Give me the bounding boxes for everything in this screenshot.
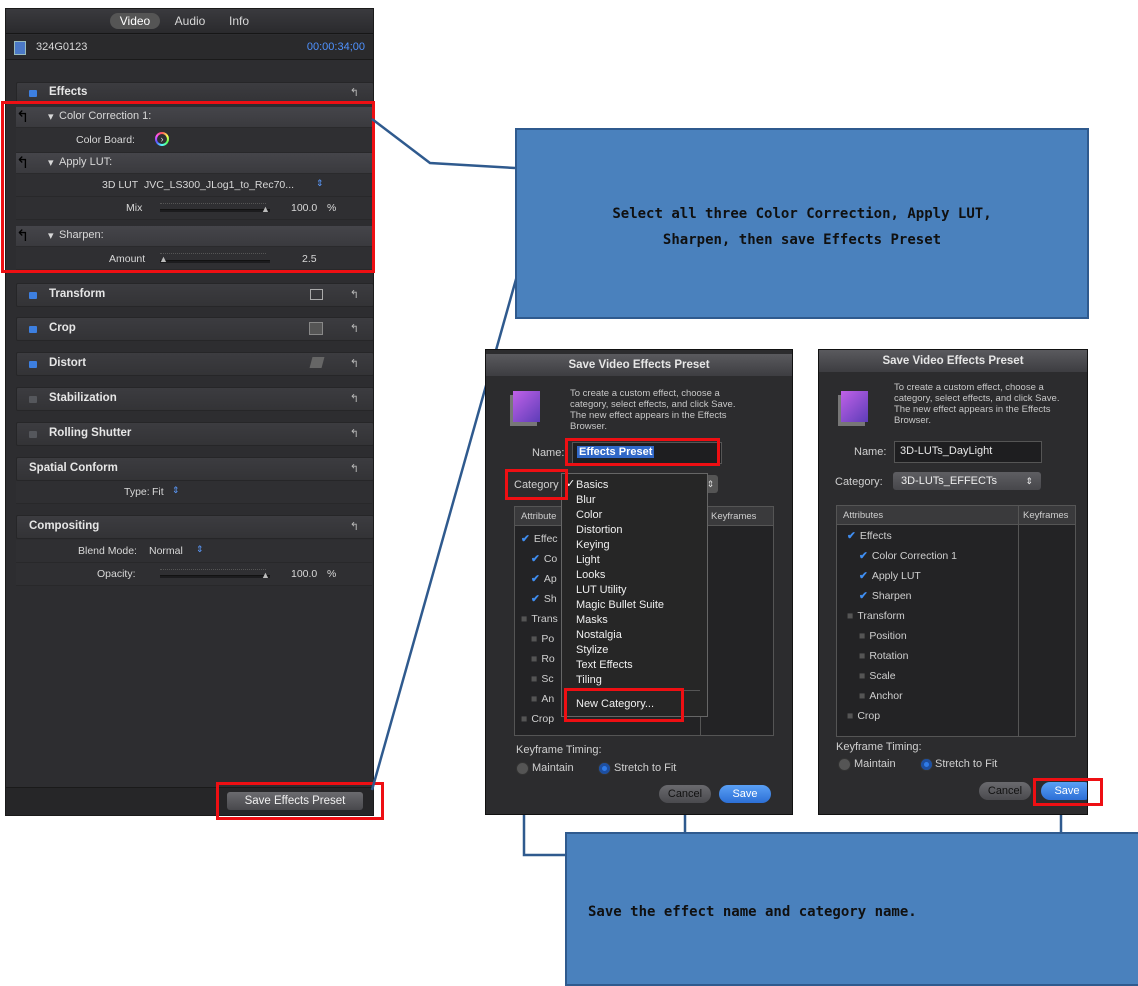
cancel-button[interactable]: Cancel (659, 785, 711, 803)
save-preset-dialog-left: Save Video Effects Preset To create a cu… (485, 349, 793, 815)
row-position[interactable]: ■ Position (859, 630, 907, 642)
stretch-to-fit-radio[interactable] (920, 758, 933, 771)
row-anchor[interactable]: ■ An (531, 693, 554, 705)
row-rotation[interactable]: ■ Ro (531, 653, 555, 665)
dialog-description: To create a custom effect, choose a categ… (894, 382, 1060, 426)
menu-item-stylize[interactable]: Stylize (576, 644, 608, 656)
row-transform[interactable]: ■ Trans (521, 613, 558, 625)
highlight-box-name (565, 438, 720, 466)
row-apply-lut[interactable]: ✔ Ap (531, 573, 557, 585)
column-divider (1018, 506, 1019, 736)
row-effects[interactable]: ✔ Effects (847, 530, 892, 542)
menu-item-blur[interactable]: Blur (576, 494, 596, 506)
maintain-label: Maintain (854, 758, 896, 770)
menu-item-tiling[interactable]: Tiling (576, 674, 602, 686)
keyframe-timing-label: Keyframe Timing: (836, 741, 922, 753)
row-apply-lut[interactable]: ✔ Apply LUT (859, 570, 921, 582)
name-label: Name: (854, 446, 887, 458)
save-preset-dialog-right: Save Video Effects Preset To create a cu… (818, 349, 1088, 815)
row-position[interactable]: ■ Po (531, 633, 554, 645)
menu-item-distortion[interactable]: Distortion (576, 524, 622, 536)
cancel-button[interactable]: Cancel (979, 782, 1031, 800)
stretch-to-fit-label: Stretch to Fit (614, 762, 677, 774)
menu-item-looks[interactable]: Looks (576, 569, 605, 581)
row-crop[interactable]: ■ Crop (521, 713, 554, 725)
attributes-table: Attributes Keyframes ✔ Effects ✔ Color Cor… (836, 505, 1076, 737)
menu-item-magic-bullet-suite[interactable]: Magic Bullet Suite (576, 599, 664, 611)
callout-top-line1: Select all three Color Correction, Apply… (612, 206, 992, 222)
stretch-to-fit-label: Stretch to Fit (935, 758, 998, 770)
menu-item-keying[interactable]: Keying (576, 539, 610, 551)
callout-select-effects: Select all three Color Correction, Apply… (515, 128, 1089, 319)
row-transform[interactable]: ■ Transform (847, 610, 905, 622)
row-sharpen[interactable]: ✔ Sharpen (859, 590, 912, 602)
callout-top-line2: Sharpen, then save Effects Preset (662, 232, 942, 248)
dialog-title: Save Video Effects Preset (819, 350, 1087, 372)
row-scale[interactable]: ■ Scale (859, 670, 896, 682)
name-label: Name: (532, 447, 565, 459)
name-input-value: 3D-LUTs_DayLight (900, 445, 993, 457)
row-anchor[interactable]: ■ Anchor (859, 690, 903, 702)
menu-item-basics[interactable]: Basics (576, 479, 608, 491)
name-input[interactable]: 3D-LUTs_DayLight (894, 441, 1042, 463)
row-effects[interactable]: ✔ Effec (521, 533, 558, 545)
row-crop[interactable]: ■ Crop (847, 710, 880, 722)
category-select[interactable]: 3D-LUTs_EFFECTs ⇕ (893, 472, 1041, 490)
dialog-description: To create a custom effect, choose a categ… (570, 388, 736, 432)
menu-item-text-effects[interactable]: Text Effects (576, 659, 633, 671)
callout-save-name-category: Save the effect name and category name. (565, 832, 1138, 986)
maintain-radio[interactable] (838, 758, 851, 771)
category-dropdown-menu: ✓ Basics Blur Color Distortion Keying Li… (561, 473, 708, 717)
highlight-box-category (505, 469, 568, 500)
updown-arrows-icon: ⇕ (1025, 476, 1033, 486)
attributes-header: Attribute (521, 511, 557, 522)
row-color-correction[interactable]: ✔ Color Correction 1 (859, 550, 957, 562)
highlight-box-new-category (564, 688, 684, 722)
keyframes-header: Keyframes (711, 511, 757, 522)
highlight-box-save (1033, 778, 1103, 806)
row-scale[interactable]: ■ Sc (531, 673, 554, 685)
maintain-radio[interactable] (516, 762, 529, 775)
row-rotation[interactable]: ■ Rotation (859, 650, 908, 662)
keyframes-header: Keyframes (1023, 510, 1069, 521)
maintain-label: Maintain (532, 762, 574, 774)
category-label: Category: (835, 476, 883, 488)
keyframe-timing-label: Keyframe Timing: (516, 744, 602, 756)
row-color-correction[interactable]: ✔ Co (531, 553, 557, 565)
menu-item-light[interactable]: Light (576, 554, 600, 566)
menu-item-lut-utility[interactable]: LUT Utility (576, 584, 627, 596)
attributes-header: Attributes (843, 510, 884, 521)
effects-preset-icon (513, 391, 540, 422)
stretch-to-fit-radio[interactable] (598, 762, 611, 775)
menu-item-color[interactable]: Color (576, 509, 602, 521)
row-sharpen[interactable]: ✔ Sh (531, 593, 557, 605)
callout-bottom-text: Save the effect name and category name. (588, 904, 917, 920)
dialog-title: Save Video Effects Preset (486, 354, 792, 376)
save-button[interactable]: Save (719, 785, 771, 803)
effects-preset-icon (841, 391, 868, 422)
category-value: 3D-LUTs_EFFECTs (901, 475, 997, 487)
menu-item-nostalgia[interactable]: Nostalgia (576, 629, 622, 641)
menu-item-masks[interactable]: Masks (576, 614, 608, 626)
